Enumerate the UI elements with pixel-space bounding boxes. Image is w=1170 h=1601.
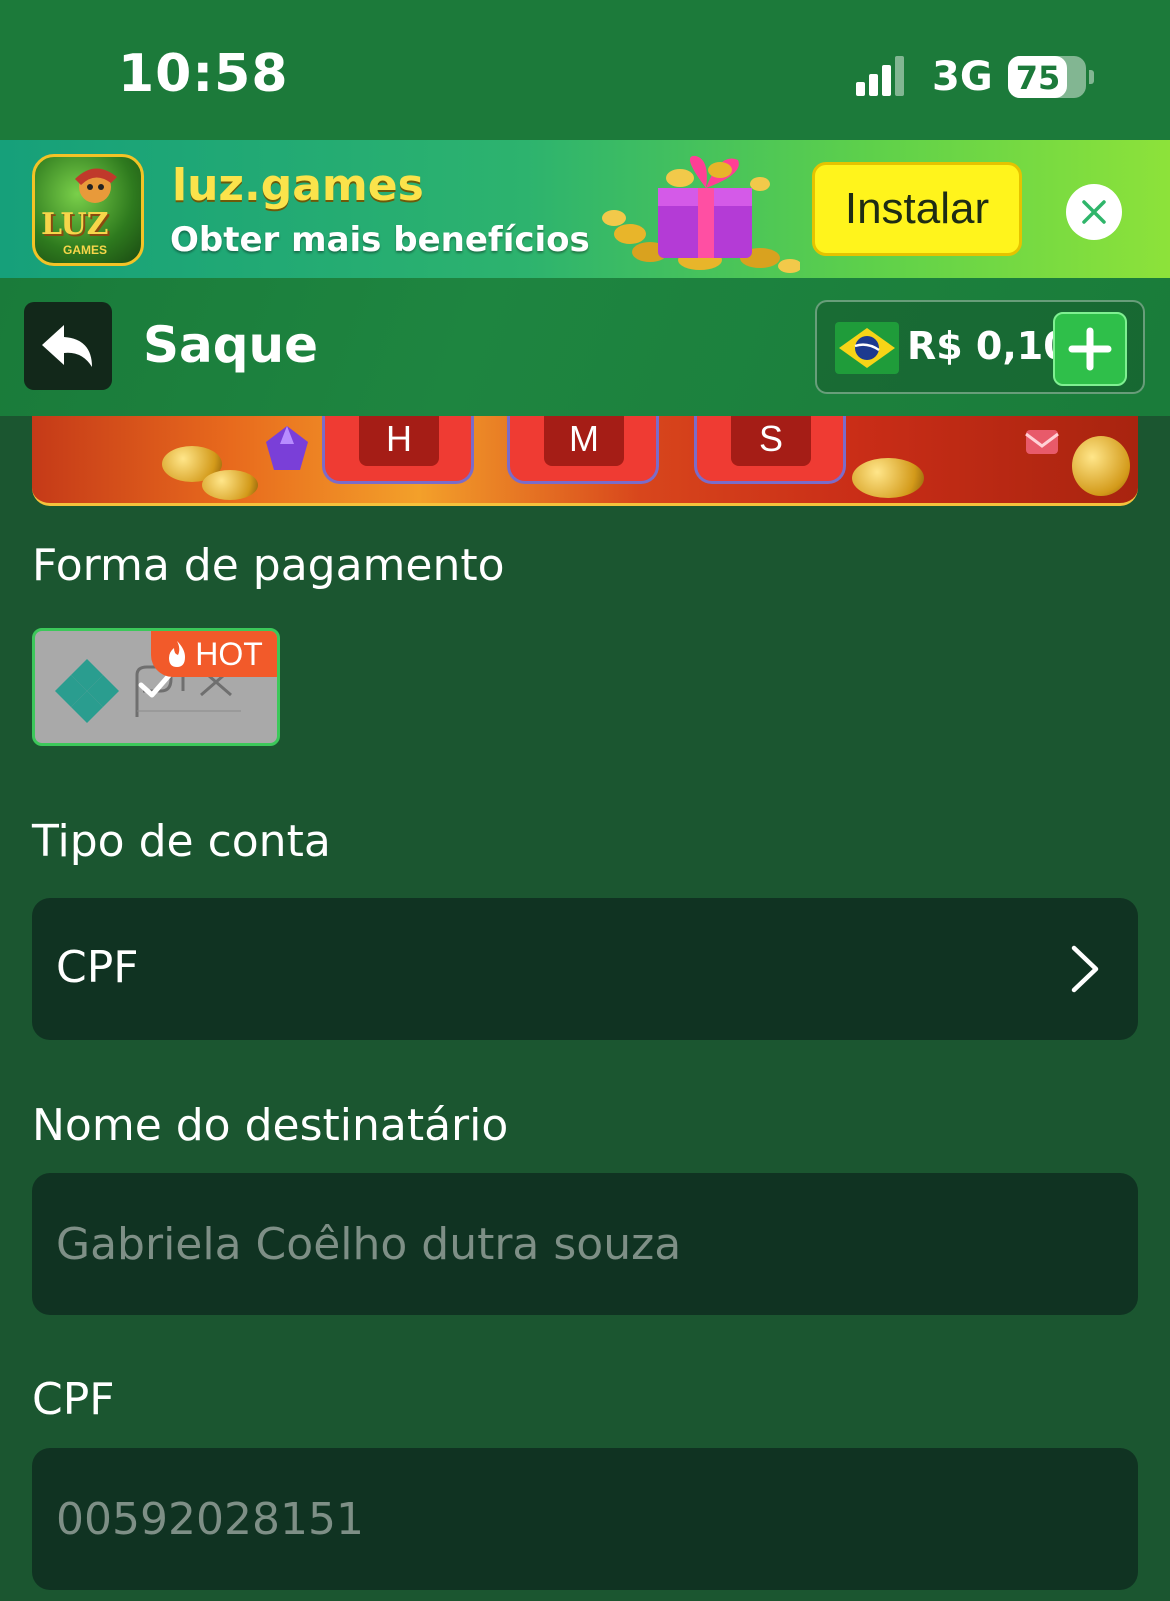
gem-icon xyxy=(266,426,308,470)
pix-logo-icon xyxy=(55,659,119,723)
recipient-name-input[interactable] xyxy=(56,1173,1116,1315)
status-time: 10:58 xyxy=(118,44,289,104)
promo-banner[interactable]: H M S xyxy=(32,416,1138,506)
battery-icon: 75 xyxy=(1008,56,1086,98)
logo-subtext: GAMES xyxy=(63,243,108,257)
pix-payment-option[interactable]: HOT xyxy=(32,628,280,746)
account-type-label: Tipo de conta xyxy=(32,816,331,867)
flame-icon xyxy=(169,641,186,667)
signal-icon xyxy=(856,56,904,96)
recipient-name-label: Nome do destinatário xyxy=(32,1100,509,1151)
install-button[interactable]: Instalar xyxy=(812,162,1022,256)
deposit-button[interactable] xyxy=(1053,312,1127,386)
logo-text: LUZ xyxy=(41,207,109,242)
countdown-minutes: M xyxy=(507,416,659,484)
app-name: luz.games xyxy=(172,160,424,211)
network-type: 3G xyxy=(932,54,993,100)
back-arrow-icon xyxy=(42,325,92,367)
page-title: Saque xyxy=(143,316,319,374)
countdown-label: S xyxy=(731,416,811,466)
countdown-seconds: S xyxy=(694,416,846,484)
cpf-label: CPF xyxy=(32,1374,115,1425)
battery-tip xyxy=(1089,70,1094,84)
countdown-hours: H xyxy=(322,416,474,484)
coin-decoration xyxy=(852,458,924,498)
back-button[interactable] xyxy=(24,302,112,390)
app-logo: LUZ GAMES xyxy=(32,154,144,266)
close-icon xyxy=(1082,200,1106,224)
app-tagline: Obter mais benefícios xyxy=(170,220,590,260)
cpf-input[interactable] xyxy=(56,1448,1116,1590)
cpf-field xyxy=(32,1448,1138,1590)
brazil-flag-icon xyxy=(835,322,899,374)
account-type-value: CPF xyxy=(56,942,139,993)
countdown-label: M xyxy=(544,416,624,466)
gift-coins-icon xyxy=(602,155,800,273)
payment-method-label: Forma de pagamento xyxy=(32,540,505,591)
coin-decoration xyxy=(202,470,258,500)
envelope-icon xyxy=(1025,430,1059,454)
balance-widget: R$ 0,10 xyxy=(815,300,1145,394)
recipient-name-field xyxy=(32,1173,1138,1315)
install-banner: LUZ GAMES luz.games Obter mais benefício… xyxy=(0,140,1170,278)
chevron-right-icon xyxy=(1071,945,1099,993)
battery-level: 75 xyxy=(1015,59,1061,97)
coin-decoration xyxy=(1072,436,1130,496)
status-bar: 10:58 3G 75 xyxy=(0,0,1170,140)
page-header: Saque R$ 0,10 xyxy=(0,278,1170,416)
close-banner-button[interactable] xyxy=(1066,184,1122,240)
plus-icon xyxy=(1068,327,1112,371)
balance-amount: R$ 0,10 xyxy=(907,324,1070,368)
hot-badge-text: HOT xyxy=(195,635,263,672)
countdown-label: H xyxy=(359,416,439,466)
hot-badge: HOT xyxy=(151,631,277,677)
account-type-select[interactable]: CPF xyxy=(32,898,1138,1040)
